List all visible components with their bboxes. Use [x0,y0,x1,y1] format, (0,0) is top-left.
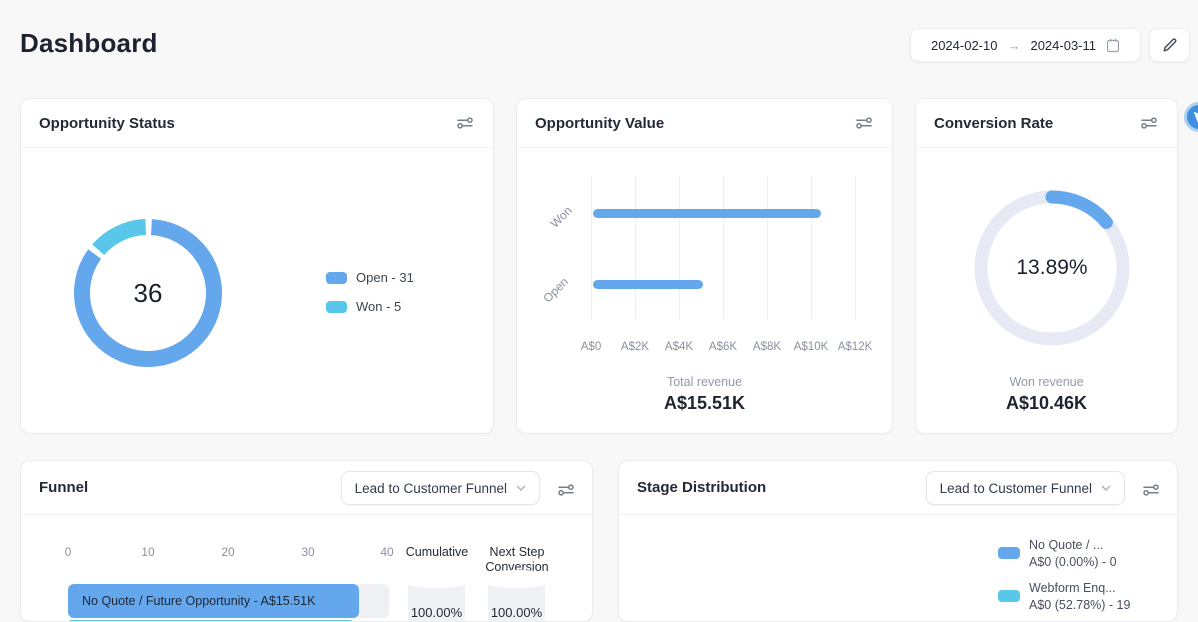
next-step-value: 100.00% [490,605,543,620]
cursor-indicator [1184,102,1198,132]
category-label-open: Open [540,274,572,306]
stage-distribution-card: Stage Distribution Lead to Customer Funn… [618,460,1178,622]
total-revenue-value: A$15.51K [663,393,746,413]
funnel-chart: 0 10 20 30 40 Cumulative Next Step Conve… [21,515,592,621]
funnel-card: Funnel Lead to Customer Funnel 0 10 20 3… [20,460,593,622]
category-label-won: Won [547,203,575,231]
conversion-rate-value: 13.89% [1016,256,1088,279]
gridline [723,176,724,319]
opportunity-status-card: Opportunity Status 36 Open - 31 Won - 5 [20,98,494,434]
funnel-bar-label: No Quote / Future Opportunity - A$15.51K [82,594,316,608]
legend-item-open[interactable]: Open - 31 [326,270,414,285]
legend-swatch-won [326,300,347,313]
sliders-icon [1141,116,1157,130]
gridline [679,176,680,319]
stage-legend-swatch-2 [998,590,1020,602]
funnel-type-select[interactable]: Lead to Customer Funnel [340,471,540,505]
gridline [635,176,636,319]
conversion-rate-title: Conversion Rate [934,114,1054,132]
opportunity-status-donut-chart[interactable]: 36 [66,211,230,375]
stage-legend-label-2: Webform Enq... [1029,581,1116,595]
gridline [767,176,768,319]
x-axis-tick: A$4K [664,341,694,353]
chevron-down-icon [516,485,526,491]
stage-distribution-title: Stage Distribution [637,479,767,496]
cursor-arrow-icon [1193,111,1198,124]
stage-legend-swatch-1 [998,547,1020,559]
opportunity-value-settings-button[interactable] [854,114,874,132]
x-axis-tick: A$2K [620,341,650,353]
pencil-icon [1162,37,1178,53]
cumulative-value: 100.00% [410,605,463,620]
x-axis-tick: A$8K [752,341,782,353]
opportunity-status-title: Opportunity Status [39,114,175,132]
stage-distribution-type-select[interactable]: Lead to Customer Funnel [925,471,1125,505]
won-revenue-value: A$10.46K [1005,393,1088,413]
next-step-cell: 100.00% [488,581,545,621]
funnel-axis-tick: 0 [64,545,72,559]
conversion-rate-ring-chart[interactable]: 13.89% [967,183,1137,353]
opportunity-value-title: Opportunity Value [535,114,665,132]
funnel-bar-stage-1[interactable]: No Quote / Future Opportunity - A$15.51K [68,584,359,618]
x-axis-tick: A$6K [708,341,738,353]
donut-total-value: 36 [133,277,163,308]
total-revenue-label: Total revenue [666,375,743,389]
stage-legend-item-2[interactable]: Webform Enq... A$0 (52.78%) - 19 [998,580,1130,614]
stage-legend-value-2: A$0 (52.78%) - 19 [1029,598,1131,612]
x-axis-tick: A$10K [793,341,829,353]
funnel-title: Funnel [39,479,89,496]
dashboard-page: Dashboard 2024-02-10 → 2024-03-11 Opport… [0,0,1198,622]
sliders-icon [1143,483,1159,497]
funnel-column-cumulative: Cumulative [405,545,469,559]
conversion-rate-card: Conversion Rate 13.89% Won revenue A$10.… [915,98,1178,434]
legend-label-won: Won - 5 [356,299,402,314]
date-end-value[interactable]: 2024-03-11 [1030,38,1096,53]
edit-dashboard-button[interactable] [1149,28,1190,62]
stage-legend-label-1: No Quote / ... [1029,538,1104,552]
funnel-axis-tick: 10 [141,545,155,559]
bar-open[interactable] [593,280,703,289]
page-title: Dashboard [20,28,158,58]
stage-legend-item-1[interactable]: No Quote / ... A$0 (0.00%) - 0 [998,537,1117,571]
date-start-value[interactable]: 2024-02-10 [931,38,998,53]
date-range-picker[interactable]: 2024-02-10 → 2024-03-11 [910,28,1141,62]
x-axis-tick: A$12K [837,341,873,353]
funnel-axis-tick: 20 [221,545,235,559]
calendar-icon [1106,38,1120,53]
x-axis-tick: A$0 [580,341,602,353]
gridline [811,176,812,319]
legend-item-won[interactable]: Won - 5 [326,299,414,314]
chevron-down-icon [1101,485,1111,491]
opportunity-value-bar-chart: Won Open A$0 A$2K A$4K A$6K A$8K A$10K A… [517,148,892,433]
opportunity-value-card: Opportunity Value Won Open A$0 A$2K A$4K… [516,98,893,434]
opportunity-status-legend: Open - 31 Won - 5 [326,270,414,314]
conversion-rate-settings-button[interactable] [1139,114,1159,132]
sliders-icon [457,116,473,130]
won-revenue-label: Won revenue [1009,375,1084,389]
stage-distribution-type-value: Lead to Customer Funnel [939,480,1092,496]
opportunity-status-settings-button[interactable] [455,114,475,132]
gridline [591,176,592,319]
arrow-right-icon: → [1007,37,1021,53]
legend-swatch-open [326,271,347,284]
cumulative-cell: 100.00% [408,581,465,621]
funnel-axis-tick: 30 [301,545,315,559]
stage-legend-value-1: A$0 (0.00%) - 0 [1029,555,1117,569]
sliders-icon [856,116,872,130]
funnel-type-value: Lead to Customer Funnel [354,480,507,496]
gridline [855,176,856,319]
sliders-icon [558,483,574,497]
legend-label-open: Open - 31 [356,270,414,285]
stage-distribution-settings-button[interactable] [1141,481,1161,499]
stage-distribution-legend: No Quote / ... A$0 (0.00%) - 0 Webform E… [619,515,1177,621]
bar-won[interactable] [593,209,821,218]
funnel-settings-button[interactable] [556,481,576,499]
